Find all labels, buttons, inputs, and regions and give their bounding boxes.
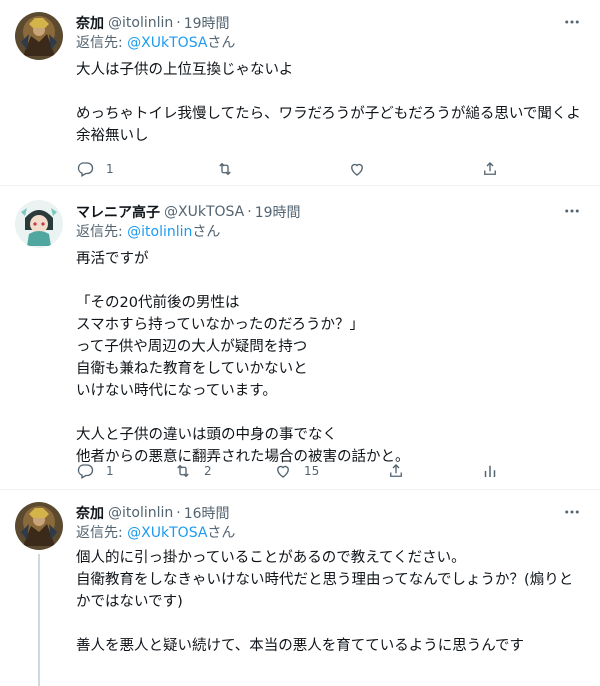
reply-to-prefix: 返信先: <box>76 224 128 240</box>
reply-to-line: 返信先: @XUkTOSAさん <box>76 523 584 544</box>
reply-count: 1 <box>106 464 114 478</box>
tweet-header: 奈加 @itolinlin · 19時間 <box>76 12 584 33</box>
timestamp[interactable]: 19時間 <box>255 202 301 222</box>
tweet-2[interactable]: マレニア高子 @XUkTOSA · 19時間 返信先: @itolinlinさん… <box>0 186 600 489</box>
share-icon <box>484 162 496 175</box>
tweet-actions: 1 2 15 <box>76 459 516 483</box>
avatar[interactable] <box>15 200 63 248</box>
avatar-image <box>15 502 63 550</box>
timestamp[interactable]: 19時間 <box>184 13 230 33</box>
user-handle[interactable]: @itolinlin <box>108 15 173 31</box>
reply-to-suffix: さん <box>192 224 221 240</box>
like-button[interactable] <box>348 157 378 181</box>
like-count: 15 <box>304 464 320 478</box>
retweet-button[interactable] <box>216 157 246 181</box>
tweet-header: 奈加 @itolinlin · 16時間 <box>76 502 584 523</box>
reply-to-prefix: 返信先: <box>76 525 128 541</box>
reply-icon <box>77 162 94 177</box>
reply-button[interactable]: 1 <box>76 157 114 181</box>
retweet-button[interactable]: 2 <box>174 459 212 483</box>
reply-to-mention[interactable]: @XUkTOSA <box>127 525 207 541</box>
tweet-text: 再活ですが 「その20代前後の男性は スマホすら持っていなかったのだろうか？」 … <box>76 251 410 465</box>
user-handle[interactable]: @XUkTOSA <box>164 204 244 220</box>
reply-to-prefix: 返信先: <box>76 35 128 51</box>
reply-count: 1 <box>106 162 114 176</box>
reply-to-suffix: さん <box>207 35 236 51</box>
like-icon <box>277 465 289 478</box>
reply-to-line: 返信先: @itolinlinさん <box>76 222 584 243</box>
separator-dot: · <box>247 203 252 220</box>
retweet-count: 2 <box>204 464 212 478</box>
analytics-button[interactable] <box>481 459 499 483</box>
share-button[interactable] <box>387 459 405 483</box>
separator-dot: · <box>176 14 181 31</box>
user-handle[interactable]: @itolinlin <box>108 505 173 521</box>
avatar[interactable] <box>15 502 63 550</box>
reply-to-mention[interactable]: @XUkTOSA <box>127 35 207 51</box>
thread-line <box>38 554 40 686</box>
reply-icon <box>77 464 94 479</box>
retweet-icon <box>177 464 189 478</box>
tweet-text: 個人的に引っ掛かっていることがあるので教えてください。 自衛教育をしなきゃいけな… <box>76 550 574 654</box>
tweet-3[interactable]: 奈加 @itolinlin · 16時間 返信先: @XUkTOSAさん 個人的… <box>0 490 600 686</box>
more-icon[interactable] <box>560 502 584 522</box>
like-icon <box>351 163 363 176</box>
more-icon[interactable] <box>560 201 584 221</box>
avatar-image <box>15 12 63 60</box>
reply-to-suffix: さん <box>207 525 236 541</box>
share-icon <box>390 464 402 477</box>
separator-dot: · <box>176 504 181 521</box>
share-button[interactable] <box>481 157 499 181</box>
tweet-text: 大人は子供の上位互換じゃないよ めっちゃトイレ我慢してたら、ワラだろうが子どもだ… <box>76 62 581 144</box>
avatar-image <box>15 200 63 248</box>
reply-button[interactable]: 1 <box>76 459 114 483</box>
reply-to-mention[interactable]: @itolinlin <box>127 224 192 240</box>
tweet-1[interactable]: 奈加 @itolinlin · 19時間 返信先: @XUkTOSAさん 大人は… <box>0 0 600 185</box>
display-name[interactable]: 奈加 <box>76 503 104 523</box>
tweet-header: マレニア高子 @XUkTOSA · 19時間 <box>76 201 584 222</box>
reply-to-line: 返信先: @XUkTOSAさん <box>76 33 584 54</box>
more-icon[interactable] <box>560 12 584 32</box>
retweet-icon <box>219 162 231 176</box>
analytics-icon <box>484 465 496 477</box>
timestamp[interactable]: 16時間 <box>184 503 230 523</box>
tweet-actions: 1 <box>76 157 516 181</box>
display-name[interactable]: マレニア高子 <box>76 202 160 222</box>
like-button[interactable]: 15 <box>274 459 319 483</box>
avatar[interactable] <box>15 12 63 60</box>
display-name[interactable]: 奈加 <box>76 13 104 33</box>
